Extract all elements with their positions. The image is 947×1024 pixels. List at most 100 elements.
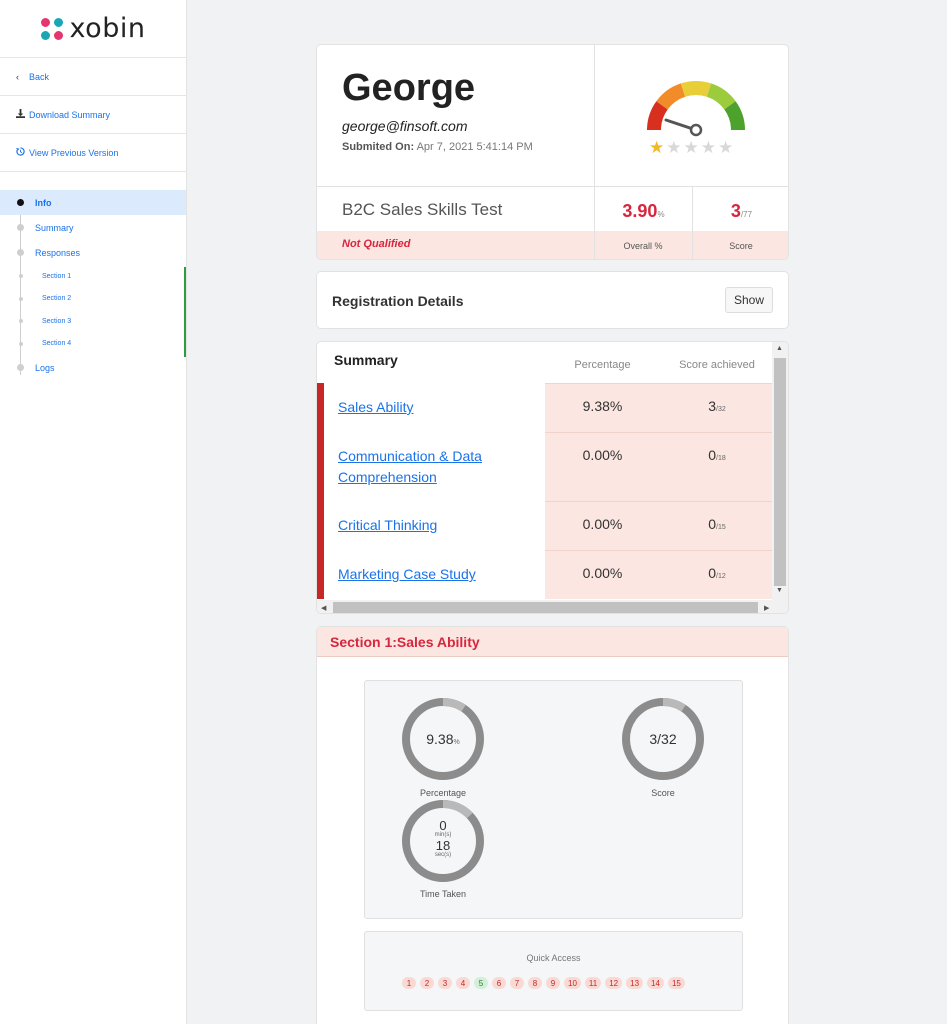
table-row: Marketing Case Study 0.00% 0/12 xyxy=(317,550,774,599)
timeline-dot xyxy=(17,224,24,231)
score-label: Score xyxy=(729,241,753,251)
sidebar-item-info[interactable]: Info xyxy=(0,190,186,215)
overall-percentage: 3.90% xyxy=(595,201,692,222)
column-header-score: Score achieved xyxy=(679,359,755,371)
section-title: Section 1:Sales Ability xyxy=(330,634,480,650)
star-rating: ★★★★★ xyxy=(649,138,735,158)
vertical-scrollbar[interactable]: ▲ ▼ xyxy=(772,342,788,600)
qualification-status: Not Qualified xyxy=(342,238,411,250)
quick-access-question[interactable]: 11 xyxy=(584,977,602,989)
gauge-segment xyxy=(647,101,668,131)
quick-access-question[interactable]: 7 xyxy=(510,977,524,989)
quick-access-question[interactable]: 1 xyxy=(402,977,416,989)
star-icon: ★ xyxy=(718,138,736,157)
row-score: 0/15 xyxy=(660,516,774,532)
sidebar-item-label: Info xyxy=(35,197,52,208)
scroll-left-icon[interactable]: ◀ xyxy=(321,604,326,612)
percentage-value: 9.38% xyxy=(398,731,488,747)
row-score: 3/32 xyxy=(660,398,774,414)
submitted-on: Submited On: Apr 7, 2021 5:41:14 PM xyxy=(342,141,533,153)
quick-access-list: 1 2 3 4 5 6 7 8 9 10 11 12 13 14 15 xyxy=(402,977,685,989)
download-icon xyxy=(16,109,25,120)
table-row: Sales Ability 9.38% 3/32 xyxy=(317,383,774,432)
sidebar-item-responses[interactable]: Responses xyxy=(0,240,186,265)
quick-access-question[interactable]: 14 xyxy=(647,977,664,989)
submitted-value: Apr 7, 2021 5:41:14 PM xyxy=(416,141,533,153)
row-score: 0/18 xyxy=(660,447,774,463)
horizontal-scrollbar[interactable]: ◀ ▶ xyxy=(317,600,788,613)
brand-name: xobin xyxy=(69,13,146,44)
timeline-dot xyxy=(19,274,23,278)
section-link[interactable]: Communication & Data Comprehension xyxy=(338,446,538,488)
chevron-left-icon: ‹ xyxy=(16,71,19,82)
candidate-name: George xyxy=(342,67,476,109)
summary-table: Summary Percentage Score achieved Sales … xyxy=(316,341,789,614)
row-score-total: /12 xyxy=(716,573,726,580)
quick-access-question[interactable]: 9 xyxy=(546,977,560,989)
overall-percentage-unit: % xyxy=(657,210,665,219)
sidebar-item-label: Section 4 xyxy=(42,340,72,348)
download-summary-label: Download Summary xyxy=(29,109,111,120)
scrollbar-thumb[interactable] xyxy=(774,358,786,586)
history-icon xyxy=(16,147,25,158)
scroll-down-icon[interactable]: ▼ xyxy=(776,587,783,594)
gauge-segment xyxy=(724,101,745,131)
star-icon: ★ xyxy=(683,138,701,157)
quick-access-question[interactable]: 6 xyxy=(492,977,506,989)
download-summary-link[interactable]: Download Summary xyxy=(0,96,186,134)
view-previous-version-link[interactable]: View Previous Version xyxy=(0,134,186,172)
column-header-percentage: Percentage xyxy=(574,359,631,371)
quick-access-question[interactable]: 8 xyxy=(528,977,542,989)
quick-access-question[interactable]: 2 xyxy=(420,977,434,989)
candidate-email: george@finsoft.com xyxy=(342,118,468,134)
quick-access-question[interactable]: 12 xyxy=(605,977,623,989)
timeline-dot xyxy=(17,249,24,256)
row-score-total: /32 xyxy=(716,406,726,413)
overall-percentage-value: 3.90 xyxy=(622,201,658,221)
star-icon: ★ xyxy=(700,138,718,157)
time-taken-label: Time Taken xyxy=(419,889,467,899)
quick-access-question[interactable]: 13 xyxy=(626,977,644,989)
show-registration-button[interactable]: Show xyxy=(725,287,773,313)
sidebar-item-section-4[interactable]: Section 4 xyxy=(0,333,186,356)
quick-access-question[interactable]: 4 xyxy=(456,977,470,989)
section-link[interactable]: Marketing Case Study xyxy=(338,564,538,585)
back-link[interactable]: ‹ Back xyxy=(0,58,186,96)
brand-logo[interactable]: xobin xyxy=(0,0,186,58)
section-link[interactable]: Sales Ability xyxy=(338,397,538,418)
table-row: Communication & Data Comprehension 0.00% 0… xyxy=(317,432,774,501)
row-percentage: 0.00% xyxy=(582,565,623,581)
sidebar-item-section-3[interactable]: Section 3 xyxy=(0,310,186,333)
quick-access-question[interactable]: 15 xyxy=(667,977,685,989)
summary-title: Summary xyxy=(334,352,398,368)
scroll-indicator xyxy=(184,267,186,357)
score-value: 3/32 xyxy=(649,731,677,747)
score-label: Score xyxy=(651,788,675,798)
rating-gauge-icon xyxy=(647,81,745,137)
sidebar-item-section-1[interactable]: Section 1 xyxy=(0,265,186,288)
sidebar-item-section-2[interactable]: Section 2 xyxy=(0,288,186,311)
sidebar-item-label: Section 2 xyxy=(42,295,72,303)
row-status-bar xyxy=(317,432,324,501)
quick-access-question[interactable]: 5 xyxy=(474,977,488,989)
row-status-bar xyxy=(317,383,324,432)
scroll-right-icon[interactable]: ▶ xyxy=(764,604,769,612)
sidebar-item-logs[interactable]: Logs xyxy=(0,355,186,380)
star-icon: ★ xyxy=(649,138,667,157)
quick-access-question[interactable]: 3 xyxy=(438,977,452,989)
row-score-value: 3 xyxy=(708,398,717,414)
submitted-label: Submited On: xyxy=(342,141,415,153)
overall-percentage-label: Overall % xyxy=(623,241,663,251)
percentage-unit: % xyxy=(453,739,460,746)
section-link[interactable]: Critical Thinking xyxy=(338,515,538,536)
section-header: Section 1:Sales Ability xyxy=(317,627,788,657)
scrollbar-thumb[interactable] xyxy=(333,602,758,613)
quick-access-question[interactable]: 10 xyxy=(564,977,581,989)
view-previous-version-label: View Previous Version xyxy=(29,147,119,158)
timeline-dot xyxy=(19,341,23,346)
candidate-card: George george@finsoft.com Submited On: A… xyxy=(316,44,789,260)
scroll-up-icon[interactable]: ▲ xyxy=(776,345,783,352)
gauge-segment xyxy=(680,81,712,97)
sidebar-item-summary[interactable]: Summary xyxy=(0,215,186,240)
time-value: 0 min(s) 18 sec(s) xyxy=(398,819,488,859)
